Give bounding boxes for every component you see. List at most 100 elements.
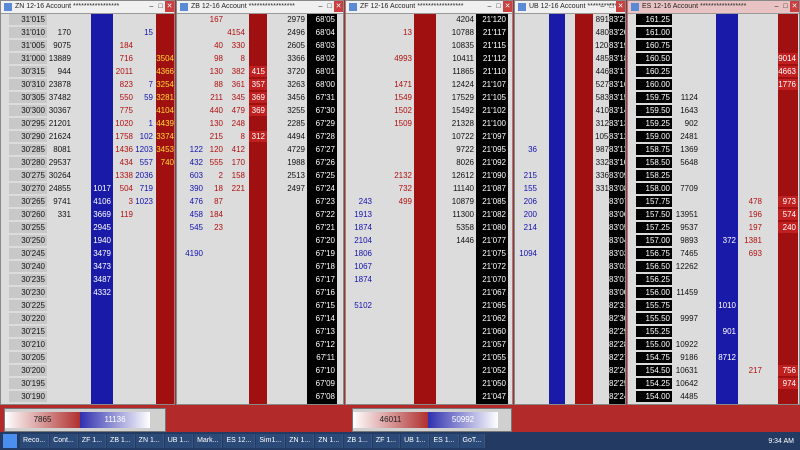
ladder-cell[interactable] (716, 222, 738, 233)
ladder-cell[interactable]: 432 (179, 157, 205, 168)
ladder-cell[interactable] (249, 144, 267, 155)
ladder-cell[interactable] (285, 339, 307, 350)
ladder-cell[interactable] (348, 92, 374, 103)
ladder-cell[interactable] (249, 196, 267, 207)
ladder-cell[interactable] (91, 157, 113, 168)
ladder-cell[interactable] (392, 274, 414, 285)
ladder-cell[interactable]: 1758 (115, 131, 135, 142)
ladder-cell[interactable] (225, 300, 247, 311)
ladder-cell[interactable]: 21'055 (476, 352, 508, 363)
ladder-cell[interactable]: 361 (225, 79, 247, 90)
ladder-row[interactable]: 30'300 30367 775 4104 (1, 105, 174, 116)
ladder-cell[interactable]: 21'062 (476, 313, 508, 324)
ladder-row[interactable]: 67'09 (177, 378, 343, 389)
ladder-cell[interactable] (348, 326, 374, 337)
ladder-cell[interactable]: 2011 (115, 66, 135, 77)
ladder-row[interactable]: 4204 21'120 (346, 14, 512, 25)
ladder-cell[interactable] (249, 326, 267, 337)
ladder-row[interactable]: 154.50 10631 217 756 (628, 365, 799, 376)
ladder-row[interactable]: 31'005 9075 184 (1, 40, 174, 51)
ladder-cell[interactable]: 83'07 (609, 196, 625, 207)
ladder-cell[interactable]: 8026 (450, 157, 476, 168)
ladder-cell[interactable] (285, 196, 307, 207)
ladder-cell[interactable]: 3255 (285, 105, 307, 116)
ladder-row[interactable]: 30'305 37482 550 59 3281 (1, 92, 174, 103)
ladder-cell[interactable] (392, 248, 414, 259)
taskbar-item[interactable]: GoT... (459, 434, 486, 448)
ladder-cell[interactable]: 161.00 (636, 27, 672, 38)
ladder-row[interactable]: 44683'17 (515, 66, 625, 77)
ladder-cell[interactable] (115, 248, 135, 259)
ladder-cell[interactable] (156, 365, 174, 376)
ladder-row[interactable]: 48083'20 (515, 27, 625, 38)
ladder-cell[interactable] (740, 14, 764, 25)
ladder-cell[interactable] (225, 365, 247, 376)
ladder-cell[interactable]: 159.25 (636, 118, 672, 129)
ladder-cell[interactable]: 154.25 (636, 378, 672, 389)
ladder-cell[interactable] (135, 391, 155, 402)
ladder-cell[interactable] (740, 66, 764, 77)
ladder-cell[interactable] (249, 378, 267, 389)
ladder-cell[interactable]: 2945 (91, 222, 113, 233)
ladder-cell[interactable] (392, 313, 414, 324)
ladder-cell[interactable] (249, 118, 267, 129)
ladder-cell[interactable] (392, 287, 414, 298)
ladder-cell[interactable] (225, 14, 247, 25)
ladder-cell[interactable]: 10631 (672, 365, 700, 376)
ladder-row[interactable]: 30'280 29537 434 557 740 (1, 157, 174, 168)
ladder-cell[interactable] (115, 378, 135, 389)
ladder-cell[interactable] (672, 53, 700, 64)
ladder-cell[interactable] (156, 196, 174, 207)
ladder-cell[interactable] (135, 378, 155, 389)
ladder-cell[interactable] (392, 391, 414, 402)
ladder-cell[interactable]: 30'220 (9, 313, 47, 324)
maximize-icon[interactable]: □ (607, 1, 616, 12)
ladder-cell[interactable]: 200 (517, 209, 539, 220)
ladder-cell[interactable] (672, 66, 700, 77)
ladder-cell[interactable] (285, 326, 307, 337)
ladder-cell[interactable]: 160.75 (636, 40, 672, 51)
ladder-cell[interactable]: 7 (135, 79, 155, 90)
ladder-cell[interactable] (740, 131, 764, 142)
ladder-cell[interactable] (249, 248, 267, 259)
ladder-cell[interactable]: 36 (517, 144, 539, 155)
ladder-cell[interactable] (47, 300, 73, 311)
ladder-row[interactable]: 30'220 (1, 313, 174, 324)
ladder-row[interactable]: 160.00 1776 (628, 79, 799, 90)
ladder-cell[interactable]: 67'08 (307, 391, 337, 402)
ladder-cell[interactable] (517, 92, 539, 103)
ladder-cell[interactable]: 102 (135, 131, 155, 142)
taskbar-item[interactable]: ZN 1... (315, 434, 344, 448)
ladder-cell[interactable] (285, 261, 307, 272)
ladder-cell[interactable] (348, 339, 374, 350)
ladder-row[interactable]: 4993 10411 21'112 (346, 53, 512, 64)
ladder-cell[interactable]: 9741 (47, 196, 73, 207)
ladder-cell[interactable] (716, 14, 738, 25)
ladder-cell[interactable] (778, 170, 798, 181)
ladder-row[interactable]: 30'205 (1, 352, 174, 363)
ladder-cell[interactable]: 158.50 (636, 157, 672, 168)
ladder-cell[interactable]: 37482 (47, 92, 73, 103)
ladder-cell[interactable] (225, 248, 247, 259)
ladder-cell[interactable]: 31'005 (9, 40, 47, 51)
ladder-cell[interactable]: 30'190 (9, 391, 47, 402)
ladder-cell[interactable] (778, 287, 798, 298)
ladder-cell[interactable]: 1776 (778, 79, 798, 90)
maximize-icon[interactable]: □ (781, 1, 790, 12)
ladder-cell[interactable] (450, 287, 476, 298)
ladder-row[interactable]: 31'010 170 15 (1, 27, 174, 38)
ladder-cell[interactable]: 476 (179, 196, 205, 207)
taskbar-item[interactable]: ZN 1... (135, 434, 164, 448)
ladder-cell[interactable]: 603 (179, 170, 205, 181)
ladder-cell[interactable] (285, 378, 307, 389)
ladder-cell[interactable] (179, 105, 205, 116)
ladder-row[interactable]: 67'14 (177, 313, 343, 324)
ladder-cell[interactable]: 154.50 (636, 365, 672, 376)
ladder-cell[interactable] (47, 339, 73, 350)
ladder-row[interactable]: 30'190 (1, 391, 174, 402)
ladder-cell[interactable]: 184 (115, 40, 135, 51)
ladder-row[interactable]: 67'16 (177, 287, 343, 298)
taskbar-item[interactable]: ZF 1... (372, 434, 401, 448)
ladder-cell[interactable]: 157.25 (636, 222, 672, 233)
ladder-cell[interactable] (348, 352, 374, 363)
